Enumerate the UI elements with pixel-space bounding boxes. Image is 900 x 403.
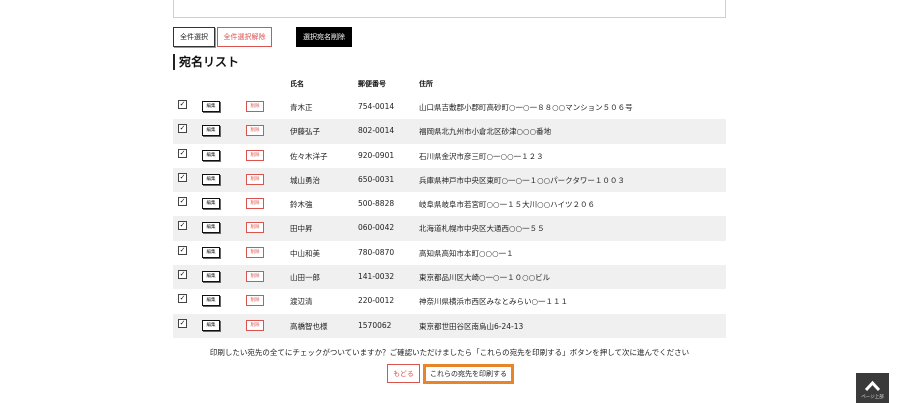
- address: 福岡県北九州市小倉北区砂津○○○番地: [419, 127, 552, 137]
- delete-button[interactable]: 削除: [246, 319, 264, 331]
- table-row: ✓ 編集 削除 城山勇治 650-0031 兵庫県神戸市中央区東町○一○一１○○パークタワ…: [173, 167, 726, 193]
- recipient-name: 鈴木強: [290, 200, 313, 210]
- address: 高知県高知市本町○○○一１: [419, 248, 514, 258]
- postal-code: 500-8828: [358, 199, 395, 209]
- postal-code: 650-0031: [358, 174, 395, 184]
- delete-selected-button[interactable]: 選択宛名削除: [296, 27, 352, 47]
- table-row: ✓ 編集 削除 伊藤弘子 802-0014 福岡県北九州市小倉北区砂津○○○番地: [173, 119, 726, 144]
- address: 山口県吉敷郡小郡町高砂町○一○一８８○○マンション５０６号: [419, 103, 633, 112]
- address: 石川県金沢市彦三町○一○○一１２３: [419, 151, 544, 161]
- row-checkbox[interactable]: ✓: [178, 100, 187, 109]
- deselect-all-button[interactable]: 全件選択解除: [217, 27, 272, 47]
- table-row: ✓ 編集 削除 鈴木強 500-8828 岐阜県岐阜市若宮町○○一１５大川○○ハイツ２０６: [173, 192, 726, 216]
- recipient-name: 中山和美: [290, 248, 320, 258]
- address: 北海道札幌市中央区大通西○○一５５: [419, 224, 545, 234]
- print-button[interactable]: これらの宛先を印刷する: [423, 364, 514, 384]
- delete-button[interactable]: 削除: [246, 295, 264, 307]
- delete-button[interactable]: 削除: [246, 246, 264, 258]
- address: 岐阜県岐阜市若宮町○○一１５大川○○ハイツ２０６: [419, 200, 596, 210]
- table-row: ✓ 編集 削除 高橋智也様 1570062 東京都世田谷区南烏山6-24-13: [173, 313, 726, 338]
- table-row: ✓ 編集 削除 青木正 754-0014 山口県吉敷郡小郡町高砂町○一○一８８○○マンショ…: [173, 95, 726, 119]
- edit-button[interactable]: 編集: [202, 222, 220, 234]
- recipient-name: 渡辺清: [290, 297, 313, 307]
- recipient-name: 佐々木洋子: [290, 151, 328, 161]
- delete-button[interactable]: 削除: [246, 198, 264, 210]
- postal-code: 141-0032: [358, 272, 395, 282]
- delete-button[interactable]: 削除: [246, 271, 264, 283]
- edit-button[interactable]: 編集: [202, 149, 220, 161]
- row-checkbox[interactable]: ✓: [178, 148, 187, 158]
- recipient-name: 城山勇治: [290, 175, 320, 185]
- row-checkbox[interactable]: ✓: [178, 124, 187, 134]
- page-top-label: ページ上部: [861, 395, 884, 400]
- header-address: 住所: [419, 80, 433, 88]
- row-checkbox[interactable]: ✓: [178, 221, 187, 231]
- header-zip: 郵便番号: [358, 80, 386, 88]
- recipient-name: 青木正: [290, 103, 313, 112]
- confirm-notice: 印刷したい宛先の全てにチェックがついていますか？ご確認いただけましたら「これらの…: [209, 348, 690, 357]
- table-row: ✓ 編集 削除 山田一郎 141-0032 東京都品川区大崎○一○一１０○○ビル: [173, 265, 726, 290]
- edit-button[interactable]: 編集: [202, 246, 220, 258]
- table-row: ✓ 編集 削除 渡辺清 220-0012 神奈川県横浜市西区みなとみらい○一１１１: [173, 289, 726, 313]
- edit-button[interactable]: 編集: [202, 319, 220, 331]
- row-checkbox[interactable]: ✓: [178, 172, 187, 182]
- table-body: ✓ 編集 削除 青木正 754-0014 山口県吉敷郡小郡町高砂町○一○一８８○○マンショ…: [173, 95, 726, 338]
- postal-code: 060-0042: [358, 223, 395, 233]
- edit-button[interactable]: 編集: [202, 101, 220, 112]
- recipient-name: 高橋智也様: [290, 321, 328, 331]
- recipient-name: 山田一郎: [290, 273, 320, 283]
- row-checkbox[interactable]: ✓: [178, 294, 187, 304]
- select-all-button[interactable]: 全件選択: [173, 27, 215, 47]
- delete-button[interactable]: 削除: [246, 101, 264, 112]
- address: 兵庫県神戸市中央区東町○一○一１○○パークタワー１００３: [419, 175, 625, 185]
- header-name: 氏名: [290, 80, 304, 88]
- recipient-name: 田中昇: [290, 224, 313, 234]
- delete-button[interactable]: 削除: [246, 173, 264, 185]
- postal-code: 220-0012: [358, 296, 395, 306]
- postal-code: 780-0870: [358, 247, 395, 257]
- table-row: ✓ 編集 削除 田中昇 060-0042 北海道札幌市中央区大通西○○一５５: [173, 216, 726, 241]
- page-top-button[interactable]: ページ上部: [856, 373, 889, 403]
- message-textarea[interactable]: [173, 0, 726, 18]
- row-checkbox[interactable]: ✓: [178, 197, 187, 207]
- recipient-name: 伊藤弘子: [290, 127, 320, 137]
- postal-code: 802-0014: [358, 126, 395, 136]
- edit-button[interactable]: 編集: [202, 271, 220, 283]
- delete-button[interactable]: 削除: [246, 149, 264, 161]
- address-table: 氏名 郵便番号 住所 ✓ 編集 削除 青木正 754-0014 山口県吉敷郡小郡町高砂町○…: [173, 73, 726, 338]
- delete-button[interactable]: 削除: [246, 222, 264, 234]
- chevron-up-icon: [864, 380, 881, 392]
- table-header: 氏名 郵便番号 住所: [173, 73, 726, 95]
- edit-button[interactable]: 編集: [202, 173, 220, 185]
- address: 神奈川県横浜市西区みなとみらい○一１１１: [419, 297, 569, 307]
- row-checkbox[interactable]: ✓: [178, 318, 187, 328]
- postal-code: 754-0014: [358, 102, 395, 111]
- row-checkbox[interactable]: ✓: [178, 270, 187, 280]
- section-title: 宛名リスト: [173, 54, 239, 70]
- table-row: ✓ 編集 削除 佐々木洋子 920-0901 石川県金沢市彦三町○一○○一１２３: [173, 144, 726, 168]
- back-button[interactable]: もどる: [387, 364, 420, 383]
- edit-button[interactable]: 編集: [202, 198, 220, 210]
- edit-button[interactable]: 編集: [202, 125, 220, 137]
- postal-code: 920-0901: [358, 150, 395, 160]
- address: 東京都品川区大崎○一○一１０○○ビル: [419, 273, 551, 283]
- table-row: ✓ 編集 削除 中山和美 780-0870 高知県高知市本町○○○一１: [173, 241, 726, 265]
- postal-code: 1570062: [358, 320, 392, 330]
- address: 東京都世田谷区南烏山6-24-13: [419, 321, 524, 331]
- row-checkbox[interactable]: ✓: [178, 245, 187, 255]
- edit-button[interactable]: 編集: [202, 295, 220, 307]
- delete-button[interactable]: 削除: [246, 125, 264, 137]
